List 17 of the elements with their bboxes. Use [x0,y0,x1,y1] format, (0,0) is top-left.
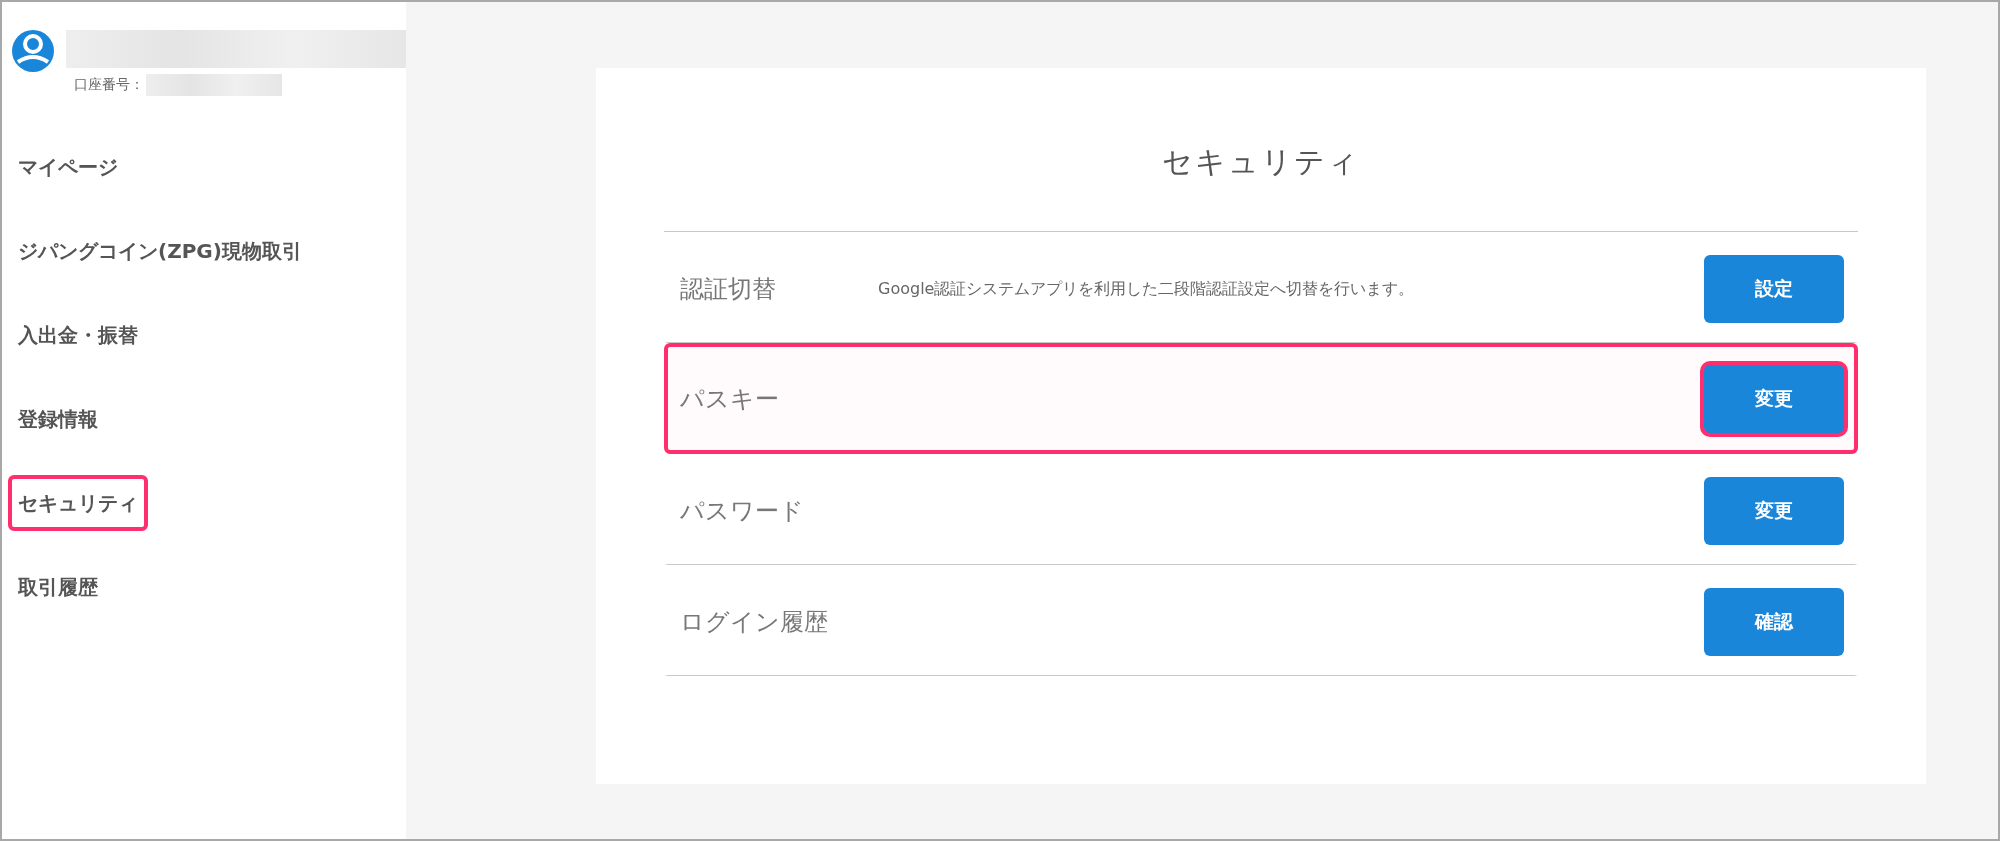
sidebar-item[interactable]: マイページ [8,139,128,195]
sidebar-item[interactable]: 取引履歴 [8,559,108,615]
row-description: Google認証システムアプリを利用した二段階認証設定へ切替を行います。 [878,278,1416,300]
sidebar-item[interactable]: 入出金・振替 [8,307,148,363]
action-button[interactable]: 設定 [1704,255,1844,323]
sidebar-item[interactable]: ジパングコイン(ZPG)現物取引 [8,223,312,279]
user-avatar-icon [12,30,54,72]
row-label: ログイン履歴 [680,607,829,638]
page-title: セキュリティ [1161,143,1361,181]
account-number-label: 口座番号： [74,76,144,94]
row-label: パスワード [680,496,805,527]
row-label: パスキー [680,383,780,415]
action-button[interactable]: 変更 [1704,477,1844,545]
row-label: 認証切替 [680,274,777,305]
sidebar-item[interactable]: セキュリティ [8,475,148,531]
sidebar-item[interactable]: 登録情報 [8,391,108,447]
action-button[interactable]: 確認 [1704,588,1844,656]
